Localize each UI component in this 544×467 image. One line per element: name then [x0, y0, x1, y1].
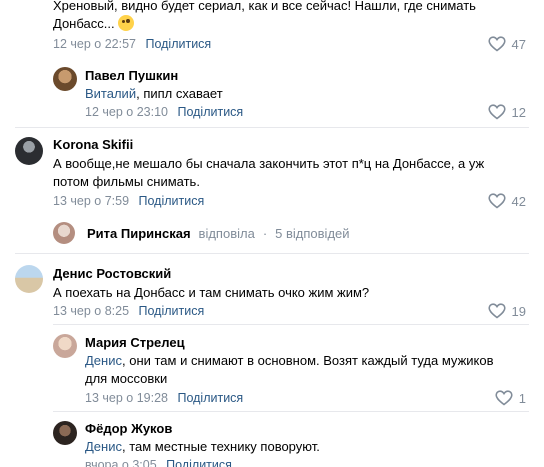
share-link[interactable]: Поділитися: [139, 304, 205, 318]
like-button[interactable]: 19: [487, 303, 526, 319]
like-count: 47: [511, 36, 526, 52]
comment-meta: 12 чер о 22:57 Поділитися: [53, 37, 211, 51]
share-link[interactable]: Поділитися: [145, 37, 211, 51]
reply-meta: 13 чер о 19:28 Поділитися: [85, 391, 243, 405]
like-count: 1: [518, 390, 526, 406]
thread-action: відповіла: [198, 225, 255, 241]
comment-text: А вообще,не мешало бы сначала закончить …: [53, 156, 485, 189]
replies-count-link[interactable]: 5 відповідей: [275, 226, 349, 241]
heart-icon: [487, 303, 506, 319]
avatar[interactable]: [53, 67, 77, 91]
avatar[interactable]: [53, 334, 77, 358]
comment-author[interactable]: Korona Skifii: [53, 137, 133, 152]
reply-date[interactable]: 13 чер о 19:28: [85, 391, 168, 405]
like-button[interactable]: 12: [487, 104, 526, 120]
comment-text: А поехать на Донбасс и там снимать очко …: [53, 285, 370, 300]
reply-meta: 12 чер о 23:10 Поділитися: [85, 105, 243, 119]
like-button[interactable]: 42: [487, 193, 526, 209]
avatar[interactable]: [15, 265, 43, 293]
reply-author[interactable]: Фёдор Жуков: [85, 421, 172, 436]
share-link[interactable]: Поділитися: [166, 458, 232, 467]
reply-text: Виталий, пипл схавает: [85, 86, 223, 101]
heart-icon: [495, 390, 513, 406]
divider: [53, 411, 529, 412]
separator: ·: [262, 225, 268, 241]
mention-link[interactable]: Денис: [85, 353, 122, 368]
comment-date[interactable]: 12 чер о 22:57: [53, 37, 136, 51]
comment-date[interactable]: 13 чер о 8:25: [53, 304, 129, 318]
comment-meta: 13 чер о 7:59 Поділитися: [53, 194, 204, 208]
mention-link[interactable]: Денис: [85, 439, 122, 454]
avatar[interactable]: [53, 421, 77, 445]
heart-icon: [487, 36, 506, 52]
heart-icon: [487, 104, 506, 120]
reply-text: Денис, они там и снимают в основном. Воз…: [85, 353, 494, 386]
collapsed-replies[interactable]: Рита Пиринская відповіла · 5 відповідей: [53, 222, 350, 244]
comment-date[interactable]: 13 чер о 7:59: [53, 194, 129, 208]
avatar: [53, 222, 75, 244]
share-link[interactable]: Поділитися: [177, 391, 243, 405]
avatar[interactable]: [15, 137, 43, 165]
share-link[interactable]: Поділитися: [177, 105, 243, 119]
divider: [15, 253, 529, 254]
reply-text: Денис, там местные технику поворуют.: [85, 439, 320, 454]
reply-meta: вчора о 3:05 Поділитися: [85, 458, 232, 467]
heart-icon: [487, 193, 506, 209]
divider: [15, 127, 529, 128]
like-button[interactable]: 1: [495, 390, 526, 406]
like-count: 42: [511, 193, 526, 209]
thread-author[interactable]: Рита Пиринская: [87, 226, 191, 241]
comment-meta: 13 чер о 8:25 Поділитися: [53, 304, 204, 318]
reply-date[interactable]: вчора о 3:05: [85, 458, 157, 467]
divider: [53, 324, 529, 325]
emoji-icon: [118, 15, 135, 31]
reply-author[interactable]: Павел Пушкин: [85, 68, 178, 83]
like-button[interactable]: 47: [487, 36, 526, 52]
like-count: 12: [511, 104, 526, 120]
like-count: 19: [511, 303, 526, 319]
mention-link[interactable]: Виталий: [85, 86, 136, 101]
share-link[interactable]: Поділитися: [139, 194, 205, 208]
comment-text: Хреновый, видно будет сериал, как и все …: [53, 0, 476, 31]
comment-author[interactable]: Денис Ростовский: [53, 266, 171, 281]
reply-author[interactable]: Мария Стрелец: [85, 335, 185, 350]
reply-date[interactable]: 12 чер о 23:10: [85, 105, 168, 119]
